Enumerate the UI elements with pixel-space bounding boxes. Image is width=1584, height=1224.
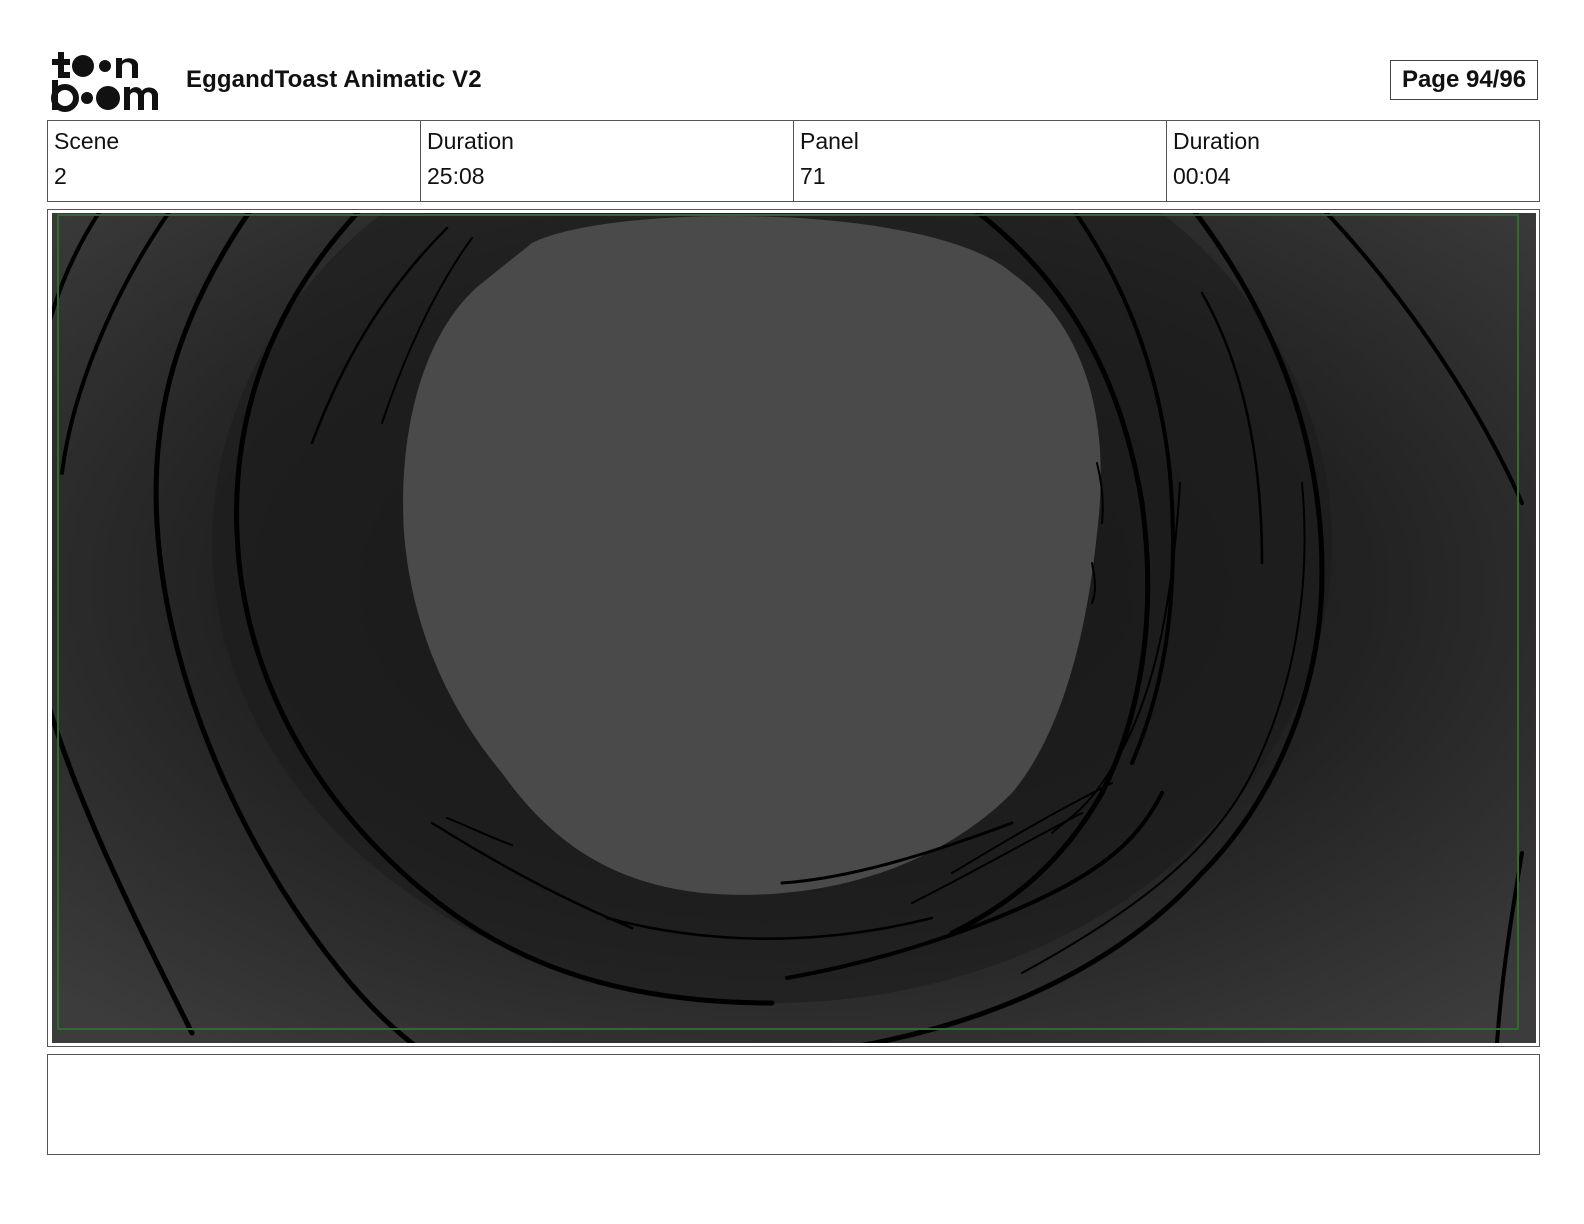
panel-label: Panel xyxy=(800,128,859,154)
panel-value: 71 xyxy=(800,163,826,189)
scene-duration-value: 25:08 xyxy=(427,163,485,189)
document-title: EggandToast Animatic V2 xyxy=(186,66,482,93)
panel-duration-label: Duration xyxy=(1173,128,1260,154)
scene-value: 2 xyxy=(54,163,67,189)
panel-info-table: Scene 2 Duration 25:08 Panel 71 Duration… xyxy=(47,120,1540,202)
toon-boom-logo xyxy=(51,52,158,112)
scene-duration-cell: Duration 25:08 xyxy=(421,121,794,201)
panel-notes-box xyxy=(47,1054,1540,1155)
scene-label: Scene xyxy=(54,128,120,154)
scene-cell: Scene 2 xyxy=(48,121,421,201)
page-indicator: Page 94/96 xyxy=(1390,60,1538,100)
panel-duration-cell: Duration 00:04 xyxy=(1167,121,1539,201)
panel-duration-value: 00:04 xyxy=(1173,163,1231,189)
scene-duration-label: Duration xyxy=(427,128,514,154)
panel-cell: Panel 71 xyxy=(794,121,1167,201)
storyboard-panel-image xyxy=(52,213,1536,1043)
